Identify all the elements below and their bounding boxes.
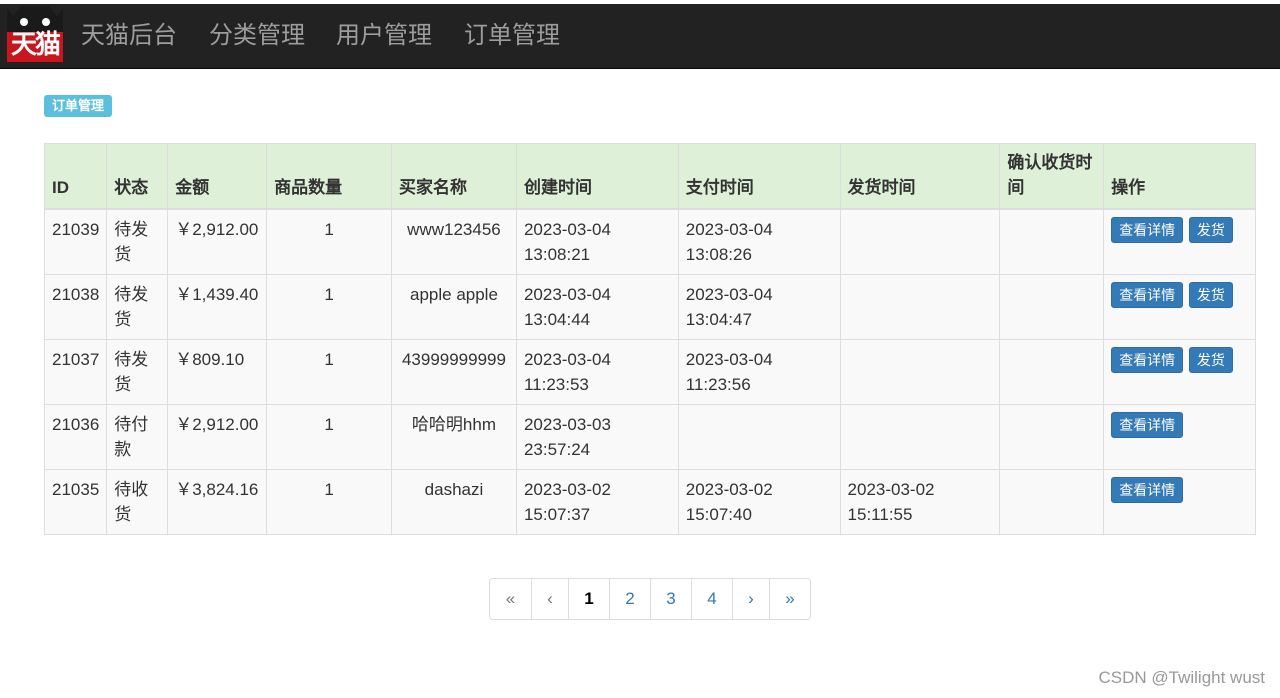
cell-amount: ￥2,912.00 bbox=[167, 208, 268, 275]
page-prev-button[interactable]: ‹ bbox=[531, 579, 568, 619]
cell-id: 21036 bbox=[43, 404, 108, 470]
cell-confirmed bbox=[999, 208, 1105, 275]
watermark: CSDN @Twilight wust bbox=[1098, 668, 1265, 687]
header-id: ID bbox=[43, 143, 108, 210]
nav-item-orders[interactable]: 订单管理 bbox=[464, 4, 560, 68]
cell-paid: 2023-03-04 11:23:56 bbox=[677, 339, 841, 405]
header-buyer: 买家名称 bbox=[390, 143, 517, 210]
header-shipped: 发货时间 bbox=[839, 143, 1001, 210]
header-created: 创建时间 bbox=[515, 143, 679, 210]
header-confirmed: 确认收货时间 bbox=[999, 143, 1105, 210]
page-3-button[interactable]: 3 bbox=[650, 579, 691, 619]
cell-amount: ￥1,439.40 bbox=[167, 274, 268, 340]
cell-actions: 查看详情 bbox=[1103, 469, 1256, 535]
cell-created: 2023-03-04 13:04:44 bbox=[515, 274, 679, 340]
cell-buyer: 43999999999 bbox=[390, 339, 517, 405]
cell-actions: 查看详情 bbox=[1103, 404, 1256, 470]
cell-id: 21035 bbox=[43, 469, 108, 535]
cell-actions: 查看详情 发货 bbox=[1103, 339, 1256, 405]
cell-status: 待发货 bbox=[106, 339, 169, 405]
cell-confirmed bbox=[999, 404, 1105, 470]
cell-paid: 2023-03-02 15:07:40 bbox=[677, 469, 841, 535]
page-last-button[interactable]: » bbox=[769, 579, 810, 619]
page-1-button[interactable]: 1 bbox=[568, 579, 609, 619]
cell-id: 21037 bbox=[43, 339, 108, 405]
nav-item-category[interactable]: 分类管理 bbox=[209, 4, 305, 68]
table-row: 21035 待收货 ￥3,824.16 1 dashazi 2023-03-02 15:0… bbox=[43, 469, 1256, 535]
header-amount: 金额 bbox=[167, 143, 268, 210]
top-navbar: 天猫 天猫后台 分类管理 用户管理 订单管理 bbox=[0, 4, 1280, 69]
cell-id: 21038 bbox=[43, 274, 108, 340]
cell-quantity: 1 bbox=[266, 339, 392, 405]
cell-quantity: 1 bbox=[266, 469, 392, 535]
nav-item-home[interactable]: 天猫后台 bbox=[81, 4, 177, 68]
cell-buyer: dashazi bbox=[390, 469, 517, 535]
cell-buyer: www123456 bbox=[390, 208, 517, 275]
table-row: 21036 待付款 ￥2,912.00 1 哈哈明hhm 2023-03-03 23:57… bbox=[43, 404, 1256, 470]
cell-status: 待付款 bbox=[106, 404, 169, 470]
cell-amount: ￥2,912.00 bbox=[167, 404, 268, 470]
cell-shipped: 2023-03-02 15:11:55 bbox=[839, 469, 1001, 535]
cell-paid: 2023-03-04 13:08:26 bbox=[677, 208, 841, 275]
cell-actions: 查看详情 发货 bbox=[1103, 274, 1256, 340]
tmall-logo[interactable]: 天猫 bbox=[7, 6, 63, 62]
cell-paid bbox=[677, 404, 841, 470]
nav-item-users[interactable]: 用户管理 bbox=[336, 4, 432, 68]
ship-button[interactable]: 发货 bbox=[1188, 217, 1233, 243]
cell-quantity: 1 bbox=[266, 274, 392, 340]
cell-shipped bbox=[839, 339, 1001, 405]
cell-shipped bbox=[839, 404, 1001, 470]
cell-confirmed bbox=[999, 339, 1105, 405]
cell-confirmed bbox=[999, 274, 1105, 340]
header-quantity: 商品数量 bbox=[266, 143, 392, 210]
header-paid: 支付时间 bbox=[677, 143, 841, 210]
cell-confirmed bbox=[999, 469, 1105, 535]
table-header-row: ID 状态 金额 商品数量 买家名称 创建时间 支付时间 发货时间 确认收货时间… bbox=[43, 143, 1256, 210]
view-details-button[interactable]: 查看详情 bbox=[1111, 282, 1184, 308]
page-2-button[interactable]: 2 bbox=[609, 579, 650, 619]
view-details-button[interactable]: 查看详情 bbox=[1111, 347, 1184, 373]
cell-status: 待发货 bbox=[106, 274, 169, 340]
view-details-button[interactable]: 查看详情 bbox=[1111, 412, 1184, 438]
page-next-button[interactable]: › bbox=[732, 579, 769, 619]
ship-button[interactable]: 发货 bbox=[1188, 282, 1233, 308]
cell-buyer: apple apple bbox=[390, 274, 517, 340]
cell-created: 2023-03-04 11:23:53 bbox=[515, 339, 679, 405]
table-row: 21039 待发货 ￥2,912.00 1 www123456 2023-03-04 13… bbox=[43, 208, 1256, 275]
logo-text: 天猫 bbox=[10, 29, 61, 59]
orders-table: ID 状态 金额 商品数量 买家名称 创建时间 支付时间 发货时间 确认收货时间… bbox=[43, 143, 1256, 535]
cell-amount: ￥3,824.16 bbox=[167, 469, 268, 535]
section-badge: 订单管理 bbox=[44, 95, 113, 117]
cell-actions: 查看详情 发货 bbox=[1103, 208, 1256, 275]
table-row: 21038 待发货 ￥1,439.40 1 apple apple 2023-03-04 … bbox=[43, 274, 1256, 340]
page-4-button[interactable]: 4 bbox=[691, 579, 732, 619]
cell-buyer: 哈哈明hhm bbox=[390, 404, 517, 470]
page-first-button[interactable]: « bbox=[490, 579, 531, 619]
cell-shipped bbox=[839, 208, 1001, 275]
ship-button[interactable]: 发货 bbox=[1188, 347, 1233, 373]
cell-id: 21039 bbox=[43, 208, 108, 275]
cell-quantity: 1 bbox=[266, 208, 392, 275]
cell-status: 待发货 bbox=[106, 208, 169, 275]
cell-created: 2023-03-04 13:08:21 bbox=[515, 208, 679, 275]
view-details-button[interactable]: 查看详情 bbox=[1111, 217, 1184, 243]
cell-shipped bbox=[839, 274, 1001, 340]
header-actions: 操作 bbox=[1103, 143, 1256, 210]
cell-paid: 2023-03-04 13:04:47 bbox=[677, 274, 841, 340]
cell-quantity: 1 bbox=[266, 404, 392, 470]
cell-amount: ￥809.10 bbox=[167, 339, 268, 405]
view-details-button[interactable]: 查看详情 bbox=[1111, 477, 1184, 503]
cell-status: 待收货 bbox=[106, 469, 169, 535]
table-row: 21037 待发货 ￥809.10 1 43999999999 2023-03-04 11… bbox=[43, 339, 1256, 405]
cell-created: 2023-03-03 23:57:24 bbox=[515, 404, 679, 470]
pagination: « ‹ 1 2 3 4 › » bbox=[489, 578, 811, 620]
header-status: 状态 bbox=[106, 143, 169, 210]
cell-created: 2023-03-02 15:07:37 bbox=[515, 469, 679, 535]
